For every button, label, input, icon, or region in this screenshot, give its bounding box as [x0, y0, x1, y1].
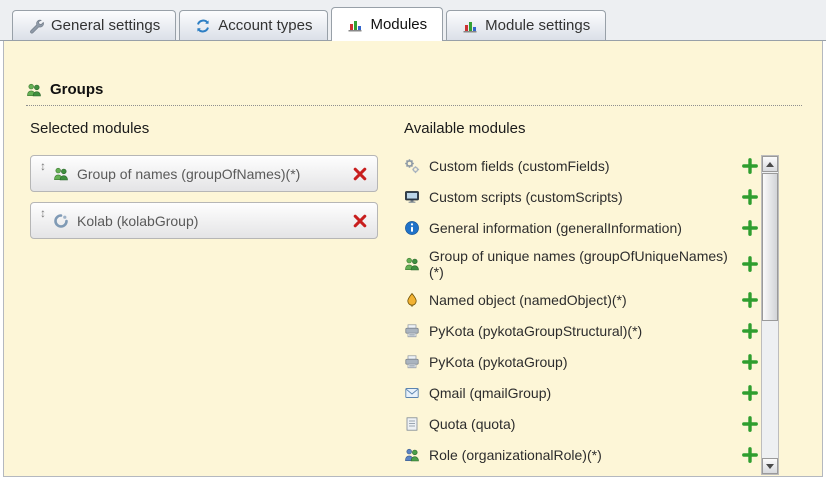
add-module-button[interactable] — [742, 385, 758, 401]
info-icon — [404, 220, 420, 236]
section-header: Groups — [26, 81, 802, 106]
section-title: Groups — [50, 81, 103, 98]
tab-bar: General settings Account types Modules Modu… — [12, 7, 606, 41]
printer-icon — [404, 354, 420, 370]
modules-icon — [347, 17, 363, 33]
scroll-down-button[interactable] — [762, 458, 778, 474]
selected-module-label: Group of names (groupOfNames)(*) — [77, 166, 352, 182]
available-module-label: Named object (namedObject)(*) — [429, 292, 734, 308]
available-module-row: General information (generalInformation) — [404, 217, 758, 239]
available-module-label: Quota (quota) — [429, 416, 734, 432]
named-object-icon — [404, 292, 420, 308]
kolab-icon — [53, 213, 69, 229]
add-module-button[interactable] — [742, 292, 758, 308]
available-module-label: PyKota (pykotaGroupStructural)(*) — [429, 323, 734, 339]
available-module-label: Group of unique names (groupOfUniqueName… — [429, 248, 734, 280]
available-modules-heading: Available modules — [404, 120, 525, 137]
available-module-label: Custom fields (customFields) — [429, 158, 734, 174]
tab-label: Modules — [370, 16, 427, 33]
content-panel: Groups Selected modules Available module… — [3, 41, 823, 477]
account-types-icon — [195, 18, 211, 34]
group-icon — [53, 166, 69, 182]
available-modules-list: Custom fields (customFields) Custom scrip… — [404, 155, 758, 475]
tab-general-settings[interactable]: General settings — [12, 10, 176, 40]
tab-strip: General settings Account types Modules Modu… — [0, 0, 826, 41]
add-module-button[interactable] — [742, 416, 758, 432]
remove-module-button[interactable] — [352, 213, 368, 229]
available-module-row: Role (organizationalRole)(*) — [404, 444, 758, 466]
available-module-label: Qmail (qmailGroup) — [429, 385, 734, 401]
available-module-row: PyKota (pykotaGroup) — [404, 351, 758, 373]
printer-icon — [404, 323, 420, 339]
tab-modules[interactable]: Modules — [331, 7, 443, 41]
selected-module-item: ↕ Group of names (groupOfNames)(*) — [30, 155, 378, 192]
add-module-button[interactable] — [742, 447, 758, 463]
selected-modules-heading: Selected modules — [30, 120, 149, 137]
scroll-up-icon — [766, 162, 774, 167]
selected-modules-list: ↕ Group of names (groupOfNames)(*) ↕ Kolab … — [30, 155, 378, 249]
available-module-row: Named object (namedObject)(*) — [404, 289, 758, 311]
drag-handle-icon[interactable]: ↕ — [40, 156, 46, 173]
available-module-label: General information (generalInformation) — [429, 220, 734, 236]
available-module-row: Qmail (qmailGroup) — [404, 382, 758, 404]
tab-label: Module settings — [485, 17, 590, 34]
scroll-thumb[interactable] — [762, 173, 778, 321]
tab-account-types[interactable]: Account types — [179, 10, 328, 40]
add-module-button[interactable] — [742, 158, 758, 174]
add-module-button[interactable] — [742, 189, 758, 205]
remove-module-button[interactable] — [352, 166, 368, 182]
role-icon — [404, 447, 420, 463]
scroll-up-button[interactable] — [762, 156, 778, 172]
selected-module-item: ↕ Kolab (kolabGroup) — [30, 202, 378, 239]
drag-handle-icon[interactable]: ↕ — [40, 203, 46, 220]
tab-module-settings[interactable]: Module settings — [446, 10, 606, 40]
scroll-down-icon — [766, 464, 774, 469]
module-settings-icon — [462, 18, 478, 34]
tab-label: Account types — [218, 17, 312, 34]
available-module-label: PyKota (pykotaGroup) — [429, 354, 734, 370]
available-module-row: Group of unique names (groupOfUniqueName… — [404, 248, 758, 280]
wrench-icon — [28, 18, 44, 34]
mail-icon — [404, 385, 420, 401]
available-module-row: Quota (quota) — [404, 413, 758, 435]
add-module-button[interactable] — [742, 256, 758, 272]
group-icon — [404, 256, 420, 272]
add-module-button[interactable] — [742, 220, 758, 236]
available-module-row: PyKota (pykotaGroupStructural)(*) — [404, 320, 758, 342]
add-module-button[interactable] — [742, 323, 758, 339]
selected-module-label: Kolab (kolabGroup) — [77, 213, 352, 229]
available-module-label: Role (organizationalRole)(*) — [429, 447, 734, 463]
available-module-row: Custom fields (customFields) — [404, 155, 758, 177]
tab-label: General settings — [51, 17, 160, 34]
available-module-row: Custom scripts (customScripts) — [404, 186, 758, 208]
quota-icon — [404, 416, 420, 432]
available-scrollbar[interactable] — [761, 155, 779, 475]
custom-fields-icon — [404, 158, 420, 174]
groups-icon — [26, 82, 42, 98]
available-module-label: Custom scripts (customScripts) — [429, 189, 734, 205]
add-module-button[interactable] — [742, 354, 758, 370]
custom-scripts-icon — [404, 189, 420, 205]
